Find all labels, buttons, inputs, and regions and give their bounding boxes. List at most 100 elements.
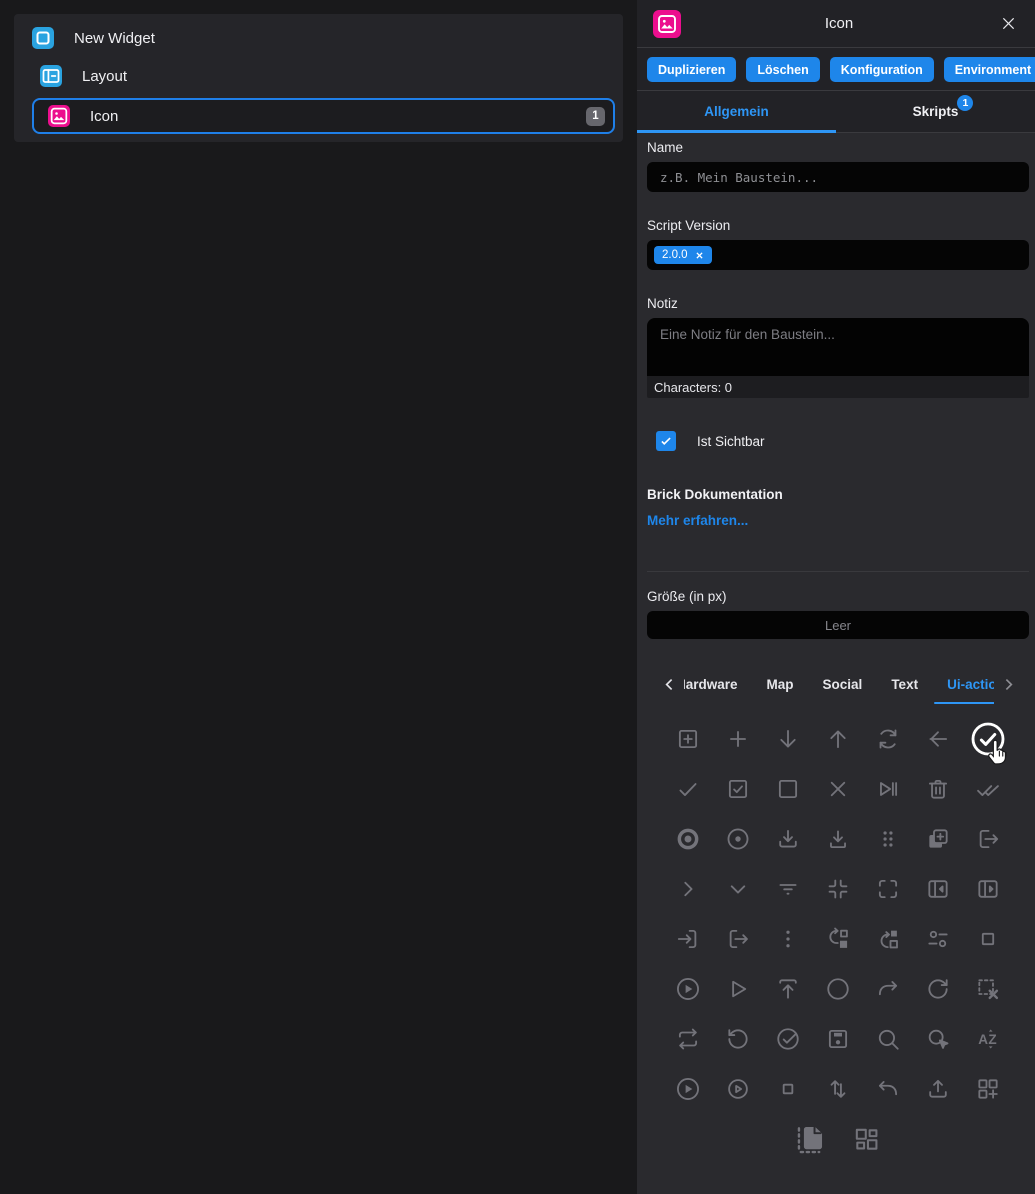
search-icon[interactable]	[866, 1017, 910, 1061]
size-label: Größe (in px)	[647, 589, 1029, 604]
tree-item-layout[interactable]: Layout	[22, 60, 615, 92]
category-tab-social[interactable]: Social	[822, 663, 864, 705]
visible-label: Ist Sichtbar	[697, 434, 765, 449]
icon-category-bar: Hardware Map Social Text Ui-action	[647, 663, 1029, 705]
close-button[interactable]	[997, 13, 1019, 35]
deselect-icon[interactable]	[966, 967, 1010, 1011]
dots-vertical-icon[interactable]	[766, 917, 810, 961]
note-textarea[interactable]: Eine Notiz für den Baustein...	[647, 318, 1029, 376]
search-click-icon[interactable]	[916, 1017, 960, 1061]
löschen-button[interactable]: Löschen	[746, 57, 819, 82]
circle-icon[interactable]	[816, 967, 860, 1011]
page-dashed-icon[interactable]	[790, 1119, 830, 1159]
sort-az-icon[interactable]: AZ	[966, 1017, 1010, 1061]
check-circle-2-icon[interactable]	[766, 1017, 810, 1061]
konfiguration-button[interactable]: Konfiguration	[830, 57, 934, 82]
canvas-area: New Widget Layout Icon1	[0, 0, 637, 1194]
environment-button[interactable]: Environment	[944, 57, 1035, 82]
upload-icon[interactable]	[916, 1067, 960, 1111]
name-input[interactable]	[647, 162, 1029, 192]
category-prev-button[interactable]	[661, 676, 678, 693]
plus-icon[interactable]	[716, 717, 760, 761]
arrow-up-icon[interactable]	[816, 717, 860, 761]
arrow-down-icon[interactable]	[766, 717, 810, 761]
toggles-icon[interactable]	[916, 917, 960, 961]
remove-version-icon[interactable]	[695, 251, 704, 260]
rotate-cw-icon[interactable]	[916, 967, 960, 1011]
action-buttons: Duplizieren Löschen Konfiguration Environme…	[637, 48, 1035, 91]
box-arrow-right-icon[interactable]	[966, 817, 1010, 861]
arrow-left-icon[interactable]	[916, 717, 960, 761]
maximize-icon[interactable]	[866, 867, 910, 911]
close-icon[interactable]	[816, 767, 860, 811]
download-2-icon[interactable]	[816, 817, 860, 861]
close-icon	[999, 14, 1018, 33]
category-tab-ui-action[interactable]: Ui-action	[946, 663, 994, 705]
tab-allgemein[interactable]: Allgemein	[637, 91, 836, 132]
version-chip[interactable]: 2.0.0	[654, 246, 712, 264]
panel-tabs: Allgemein Skripts1	[637, 91, 1035, 133]
double-check-icon[interactable]	[966, 767, 1010, 811]
panel-right-icon[interactable]	[966, 867, 1010, 911]
duplizieren-button[interactable]: Duplizieren	[647, 57, 736, 82]
properties-panel: Icon DuplizierenLöschenKonfigurationEnvi…	[637, 0, 1035, 1194]
image-icon	[653, 10, 681, 38]
undo-icon[interactable]	[866, 1067, 910, 1111]
check-square-icon[interactable]	[716, 767, 760, 811]
redo-icon[interactable]	[866, 967, 910, 1011]
doc-link[interactable]: Mehr erfahren...	[647, 513, 748, 528]
category-tab-text[interactable]: Text	[890, 663, 919, 705]
rotate-ccw-icon[interactable]	[716, 1017, 760, 1061]
radio-on-icon[interactable]	[666, 817, 710, 861]
check-icon[interactable]	[666, 767, 710, 811]
play-circle-2-icon[interactable]	[666, 1067, 710, 1111]
repeat-icon[interactable]	[666, 1017, 710, 1061]
svg-text:Z: Z	[988, 1032, 996, 1047]
tab-label: Skripts1	[913, 104, 959, 119]
script-version-input[interactable]: 2.0.0	[647, 240, 1029, 270]
widget-icon	[32, 27, 54, 49]
size-input[interactable]: Leer	[647, 611, 1029, 639]
circle-dot-icon[interactable]	[716, 817, 760, 861]
category-tab-map[interactable]: Map	[766, 663, 795, 705]
filter-icon[interactable]	[766, 867, 810, 911]
sync-icon[interactable]	[866, 717, 910, 761]
trash-icon[interactable]	[916, 767, 960, 811]
copy-plus-icon[interactable]	[916, 817, 960, 861]
chevron-right-icon[interactable]	[666, 867, 710, 911]
arrows-up-down-icon[interactable]	[816, 1067, 860, 1111]
grip-dots-icon[interactable]	[866, 817, 910, 861]
skip-icon[interactable]	[866, 767, 910, 811]
play-icon[interactable]	[716, 967, 760, 1011]
log-in-icon[interactable]	[666, 917, 710, 961]
download-icon[interactable]	[766, 817, 810, 861]
square-plus-icon[interactable]	[666, 717, 710, 761]
collapse-icon[interactable]	[816, 867, 860, 911]
square-icon[interactable]	[766, 767, 810, 811]
grid-plus-icon[interactable]	[966, 1067, 1010, 1111]
save-icon[interactable]	[816, 1017, 860, 1061]
chevron-left-icon	[661, 676, 678, 693]
tab-skripts[interactable]: Skripts1	[836, 91, 1035, 132]
play-circle-outline-icon[interactable]	[716, 1067, 760, 1111]
tree-item-new-widget[interactable]: New Widget	[22, 22, 615, 54]
square-small-icon[interactable]	[966, 917, 1010, 961]
stop-icon[interactable]	[766, 1067, 810, 1111]
check-circle-big-icon[interactable]	[966, 717, 1010, 761]
tree-item-label: Icon	[90, 108, 118, 125]
category-tab-hardware[interactable]: Hardware	[684, 663, 739, 705]
panel-left-icon[interactable]	[916, 867, 960, 911]
iterate-right-icon[interactable]	[866, 917, 910, 961]
chevron-down-icon[interactable]	[716, 867, 760, 911]
tree-item-icon[interactable]: Icon1	[32, 98, 615, 134]
dashboard-icon[interactable]	[847, 1119, 887, 1159]
upload-line-icon[interactable]	[766, 967, 810, 1011]
log-out-icon[interactable]	[716, 917, 760, 961]
visible-checkbox[interactable]	[656, 431, 676, 451]
category-next-button[interactable]	[1000, 676, 1017, 693]
panel-body: Name Script Version 2.0.0 Notiz Eine Not…	[637, 133, 1035, 1194]
visible-row: Ist Sichtbar	[647, 431, 1029, 451]
tab-badge: 1	[957, 95, 973, 111]
play-circle-icon[interactable]	[666, 967, 710, 1011]
iterate-left-icon[interactable]	[816, 917, 860, 961]
